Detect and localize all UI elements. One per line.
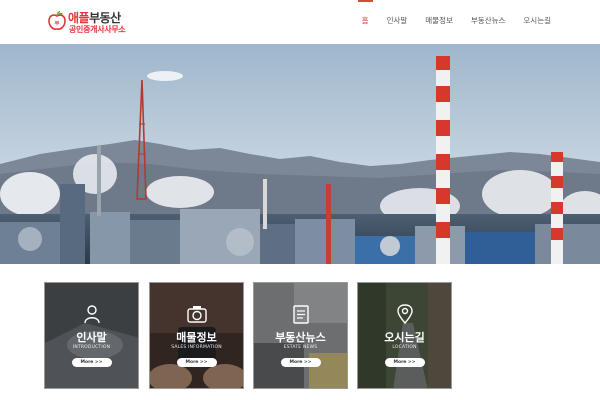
nav-item-news[interactable]: 부동산뉴스 bbox=[462, 0, 515, 44]
card-subtitle: ESTATE NEWS bbox=[283, 345, 318, 350]
main-nav: 홈 인사말 매물정보 부동산뉴스 오시는길 bbox=[353, 0, 560, 44]
feature-cards: 인사말 INTRODUCTION More >> 매물정보 SALES INFO… bbox=[44, 282, 456, 390]
nav-item-listings[interactable]: 매물정보 bbox=[416, 0, 462, 44]
nav-item-greeting[interactable]: 인사말 bbox=[378, 0, 417, 44]
card-subtitle: LOCATION bbox=[392, 345, 417, 350]
more-button[interactable]: More >> bbox=[280, 358, 321, 367]
card-title: 오시는길 bbox=[384, 331, 425, 344]
apple-logo-icon: 부 bbox=[48, 11, 66, 30]
card-subtitle: INTRODUCTION bbox=[72, 345, 111, 350]
nav-item-home[interactable]: 홈 bbox=[353, 0, 378, 44]
hero-banner bbox=[0, 44, 600, 264]
site-logo[interactable]: 부 애플부동산 공인중개사사무소 bbox=[48, 9, 138, 37]
card-sales-information[interactable]: 매물정보 SALES INFORMATION More >> bbox=[149, 282, 244, 389]
logo-title-dark: 부동산 bbox=[89, 11, 121, 25]
card-title: 부동산뉴스 bbox=[275, 331, 326, 344]
camera-icon bbox=[186, 306, 207, 323]
industrial-skyline-image bbox=[0, 44, 600, 264]
card-estate-news[interactable]: 부동산뉴스 ESTATE NEWS More >> bbox=[253, 282, 348, 389]
more-button[interactable]: More >> bbox=[71, 358, 112, 367]
smokestack bbox=[551, 152, 563, 264]
more-button[interactable]: More >> bbox=[176, 358, 217, 367]
card-introduction[interactable]: 인사말 INTRODUCTION More >> bbox=[44, 282, 139, 389]
smokestack bbox=[436, 56, 450, 264]
site-header: 부 애플부동산 공인중개사사무소 홈 인사말 매물정보 부동산뉴스 오시는길 bbox=[0, 0, 600, 44]
logo-subtitle: 공인중개사사무소 bbox=[69, 25, 126, 34]
card-title: 매물정보 bbox=[176, 331, 217, 344]
svg-text:부: 부 bbox=[55, 20, 60, 27]
more-button[interactable]: More >> bbox=[384, 358, 425, 367]
logo-title-red: 애플 bbox=[68, 11, 90, 25]
card-subtitle: SALES INFORMATION bbox=[171, 345, 222, 350]
card-title: 인사말 bbox=[76, 331, 107, 344]
nav-item-location[interactable]: 오시는길 bbox=[514, 0, 560, 44]
card-location[interactable]: 오시는길 LOCATION More >> bbox=[357, 282, 452, 389]
person-icon bbox=[83, 305, 100, 324]
document-icon bbox=[292, 305, 309, 324]
location-pin-icon bbox=[396, 304, 413, 324]
